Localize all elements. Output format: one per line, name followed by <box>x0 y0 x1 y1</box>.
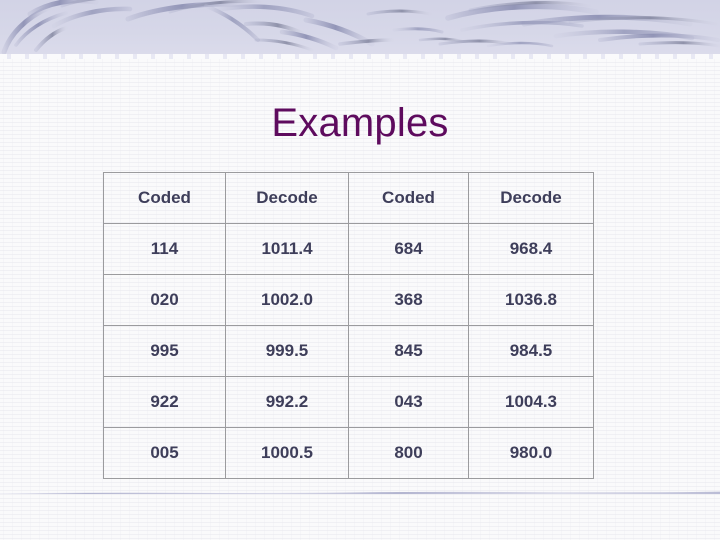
page-title: Examples <box>271 101 449 145</box>
table-cell: 684 <box>348 223 469 275</box>
table-row: 922 992.2 043 1004.3 <box>103 376 594 428</box>
table-cell: 995 <box>103 325 226 377</box>
table-body: 114 1011.4 684 968.4 020 1002.0 368 1036… <box>103 223 594 479</box>
table-cell: 1004.3 <box>468 376 594 428</box>
examples-data-table: Coded Decode Coded Decode 114 1011.4 684… <box>103 172 594 479</box>
table-cell: 984.5 <box>468 325 594 377</box>
table-cell: 800 <box>348 427 469 479</box>
table-row: 020 1002.0 368 1036.8 <box>103 274 594 326</box>
slide-footer-accent-line <box>0 486 720 494</box>
table-cell: 922 <box>103 376 226 428</box>
table-cell: 999.5 <box>225 325 349 377</box>
table-cell: 992.2 <box>225 376 349 428</box>
table-cell: 845 <box>348 325 469 377</box>
header-band-torn-edge <box>0 54 720 59</box>
table-cell: 020 <box>103 274 226 326</box>
column-header-coded-1: Coded <box>103 172 226 224</box>
table-cell: 1000.5 <box>225 427 349 479</box>
column-header-decode-2: Decode <box>468 172 594 224</box>
table-header: Coded Decode Coded Decode <box>103 172 594 224</box>
table-cell: 043 <box>348 376 469 428</box>
table-row: 114 1011.4 684 968.4 <box>103 223 594 275</box>
table-cell: 1011.4 <box>225 223 349 275</box>
presentation-slide: Examples Coded Decode Coded Decode 114 1… <box>0 0 720 540</box>
table-row: 995 999.5 845 984.5 <box>103 325 594 377</box>
slide-header-decoration-band <box>0 0 720 59</box>
table-cell: 980.0 <box>468 427 594 479</box>
table-cell: 1036.8 <box>468 274 594 326</box>
table-cell: 114 <box>103 223 226 275</box>
table-row: 005 1000.5 800 980.0 <box>103 427 594 479</box>
table-cell: 368 <box>348 274 469 326</box>
column-header-coded-2: Coded <box>348 172 469 224</box>
footer-brush-stroke-icon <box>0 491 720 494</box>
header-brush-strokes-icon <box>1 0 720 55</box>
column-header-decode-1: Decode <box>225 172 349 224</box>
table-cell: 005 <box>103 427 226 479</box>
table-cell: 1002.0 <box>225 274 349 326</box>
table-cell: 968.4 <box>468 223 594 275</box>
table-header-row: Coded Decode Coded Decode <box>103 172 594 224</box>
